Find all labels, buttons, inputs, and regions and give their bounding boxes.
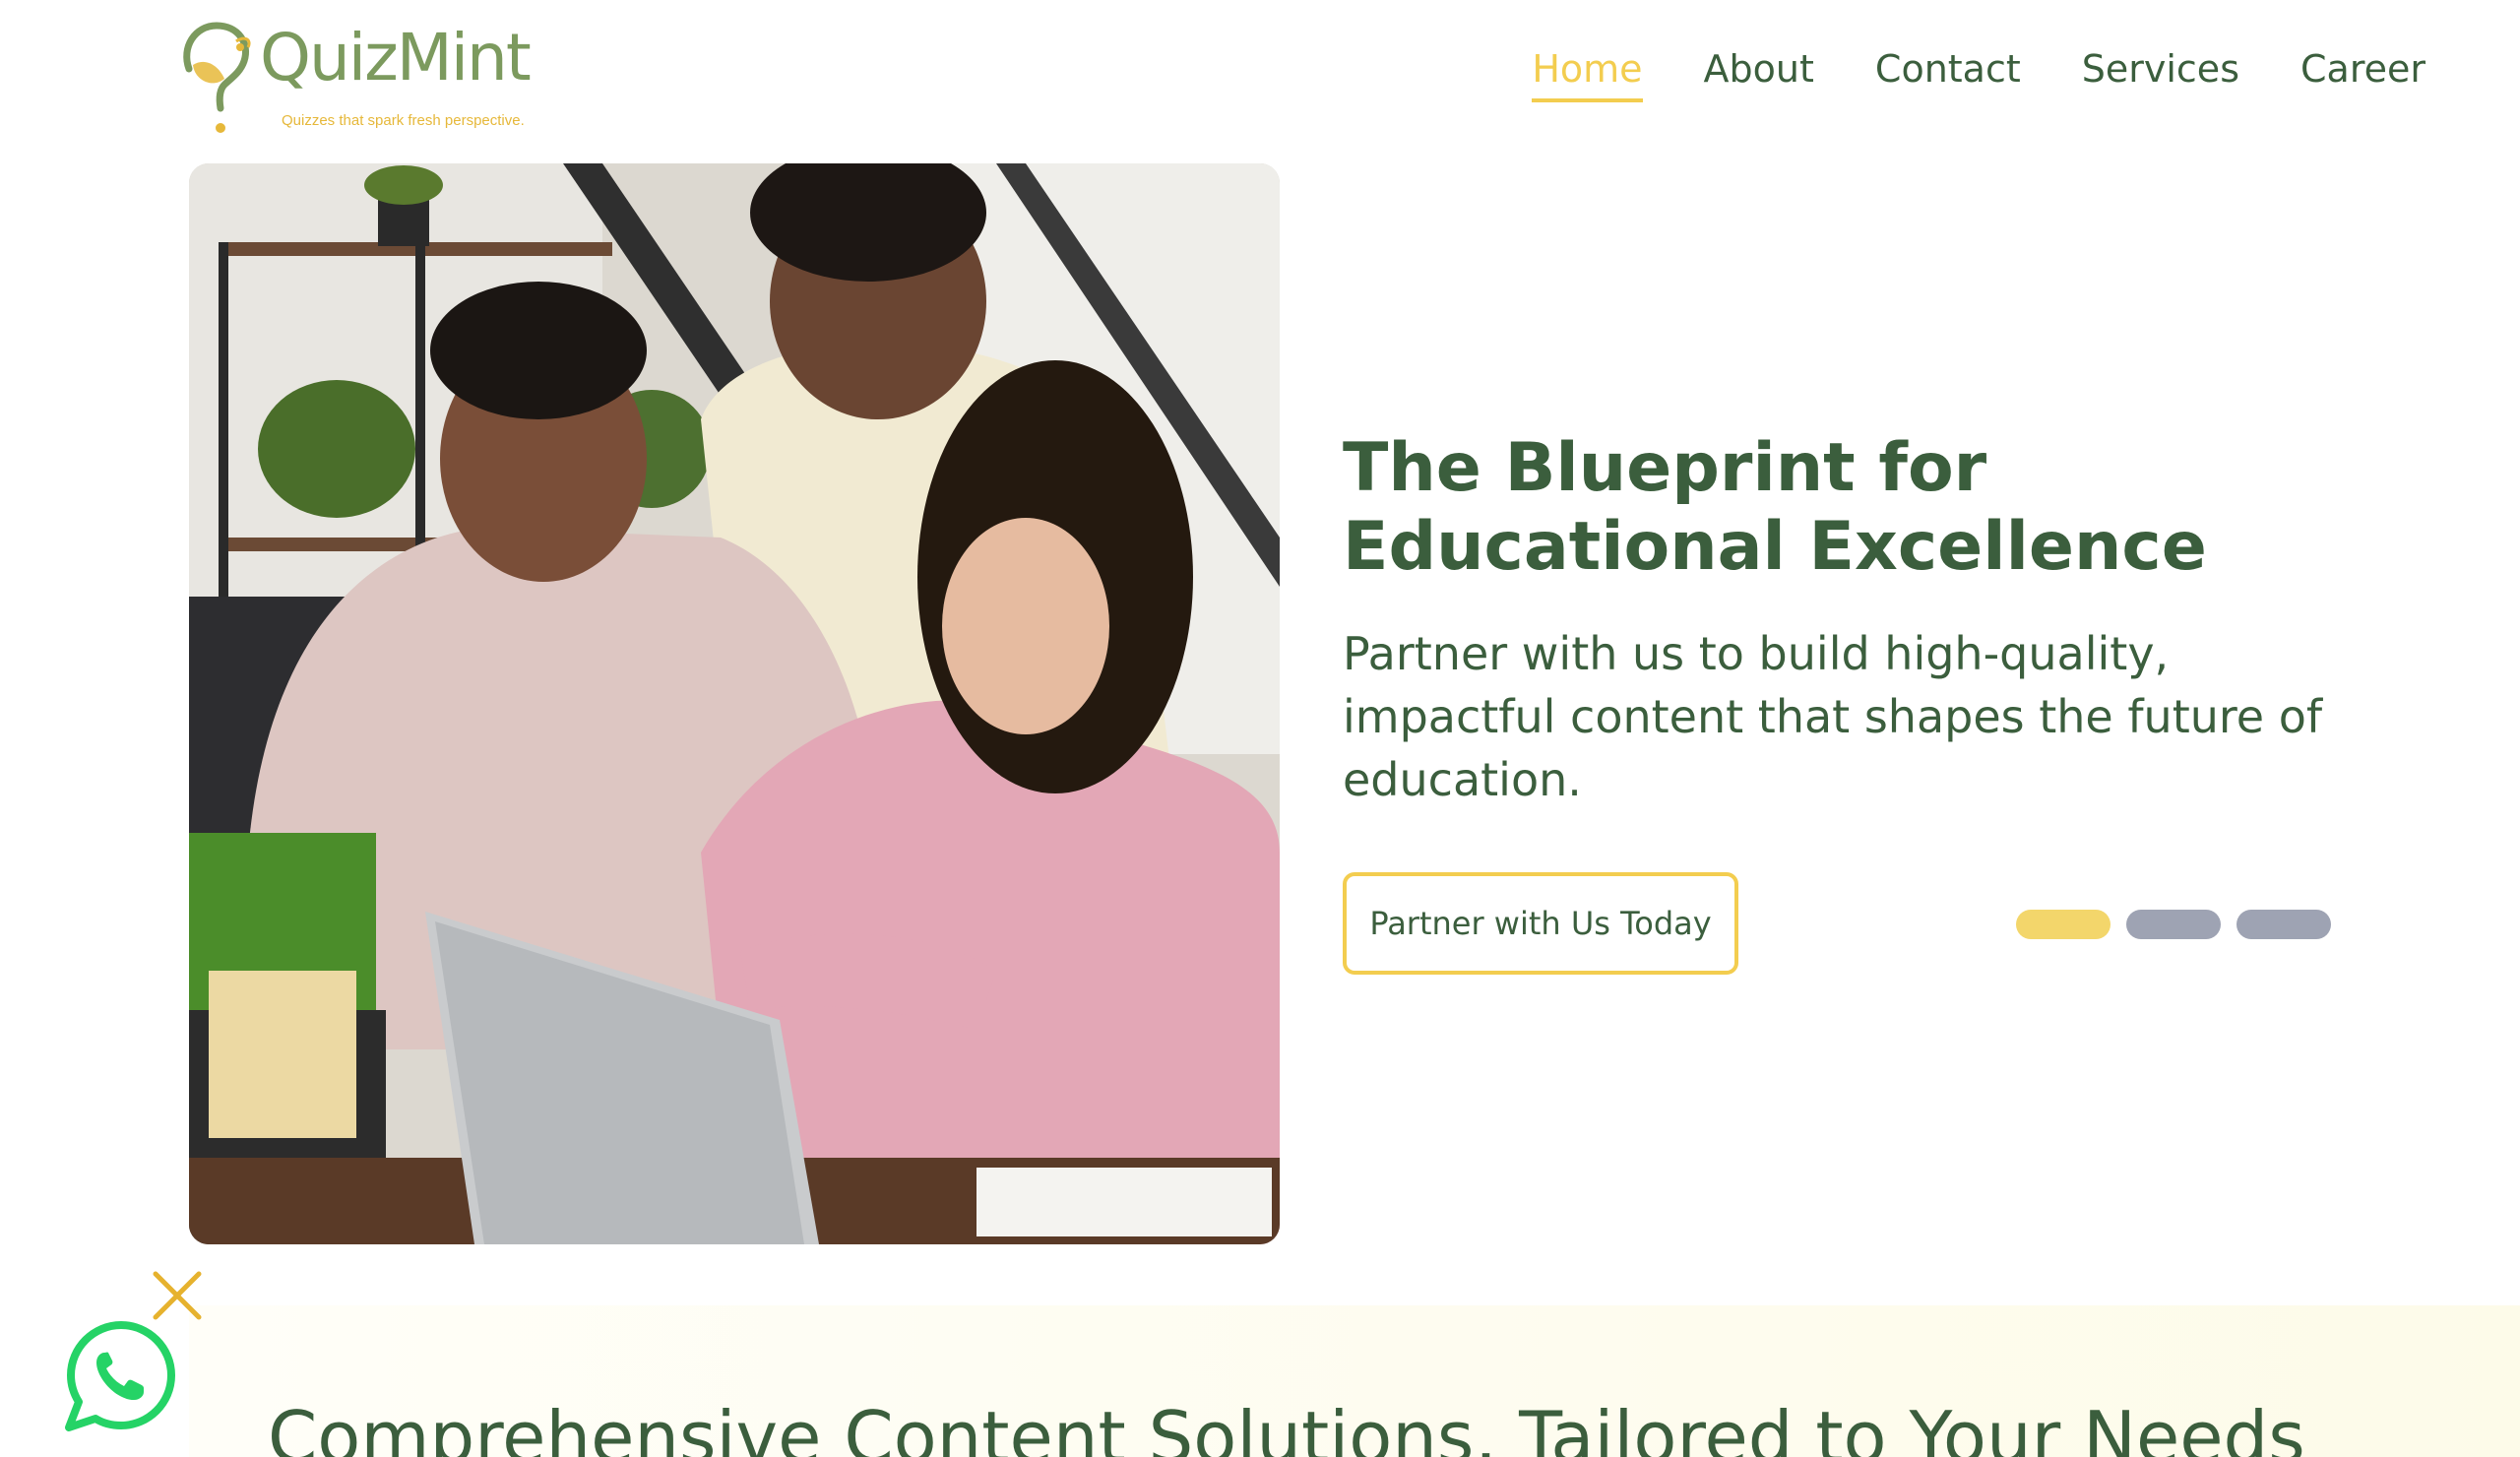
logo[interactable]: QuizMint Quizzes that spark fresh perspe…: [175, 18, 532, 136]
hero-photo-illustration: [189, 163, 1280, 1244]
nav-home[interactable]: Home: [1532, 47, 1643, 102]
nav-services[interactable]: Services: [2082, 47, 2239, 102]
site-header: QuizMint Quizzes that spark fresh perspe…: [0, 0, 2520, 158]
carousel-dot-1[interactable]: [2016, 910, 2110, 939]
hero-image: [189, 163, 1280, 1244]
carousel-indicators: [2016, 910, 2331, 939]
nav-career[interactable]: Career: [2300, 47, 2426, 102]
hero-subtitle: Partner with us to build high-quality, i…: [1343, 627, 2323, 806]
section-title: Comprehensive Content Solutions, Tailore…: [268, 1396, 2305, 1457]
nav-contact[interactable]: Contact: [1875, 47, 2021, 102]
partner-cta-button[interactable]: Partner with Us Today: [1343, 872, 1738, 975]
nav-about[interactable]: About: [1704, 47, 1814, 102]
whatsapp-icon[interactable]: [61, 1315, 181, 1435]
question-mark-leaf-icon: [183, 22, 251, 133]
carousel-dot-3[interactable]: [2236, 910, 2331, 939]
carousel-dot-2[interactable]: [2126, 910, 2221, 939]
content-solutions-section: Comprehensive Content Solutions, Tailore…: [189, 1305, 2520, 1457]
logo-wordmark: QuizMint: [260, 20, 532, 95]
main-nav: Home About Contact Services Career: [1532, 47, 2426, 102]
hero-title: The Blueprint for Educational Excellence: [1343, 429, 2207, 586]
logo-tagline: Quizzes that spark fresh perspective.: [282, 112, 525, 129]
